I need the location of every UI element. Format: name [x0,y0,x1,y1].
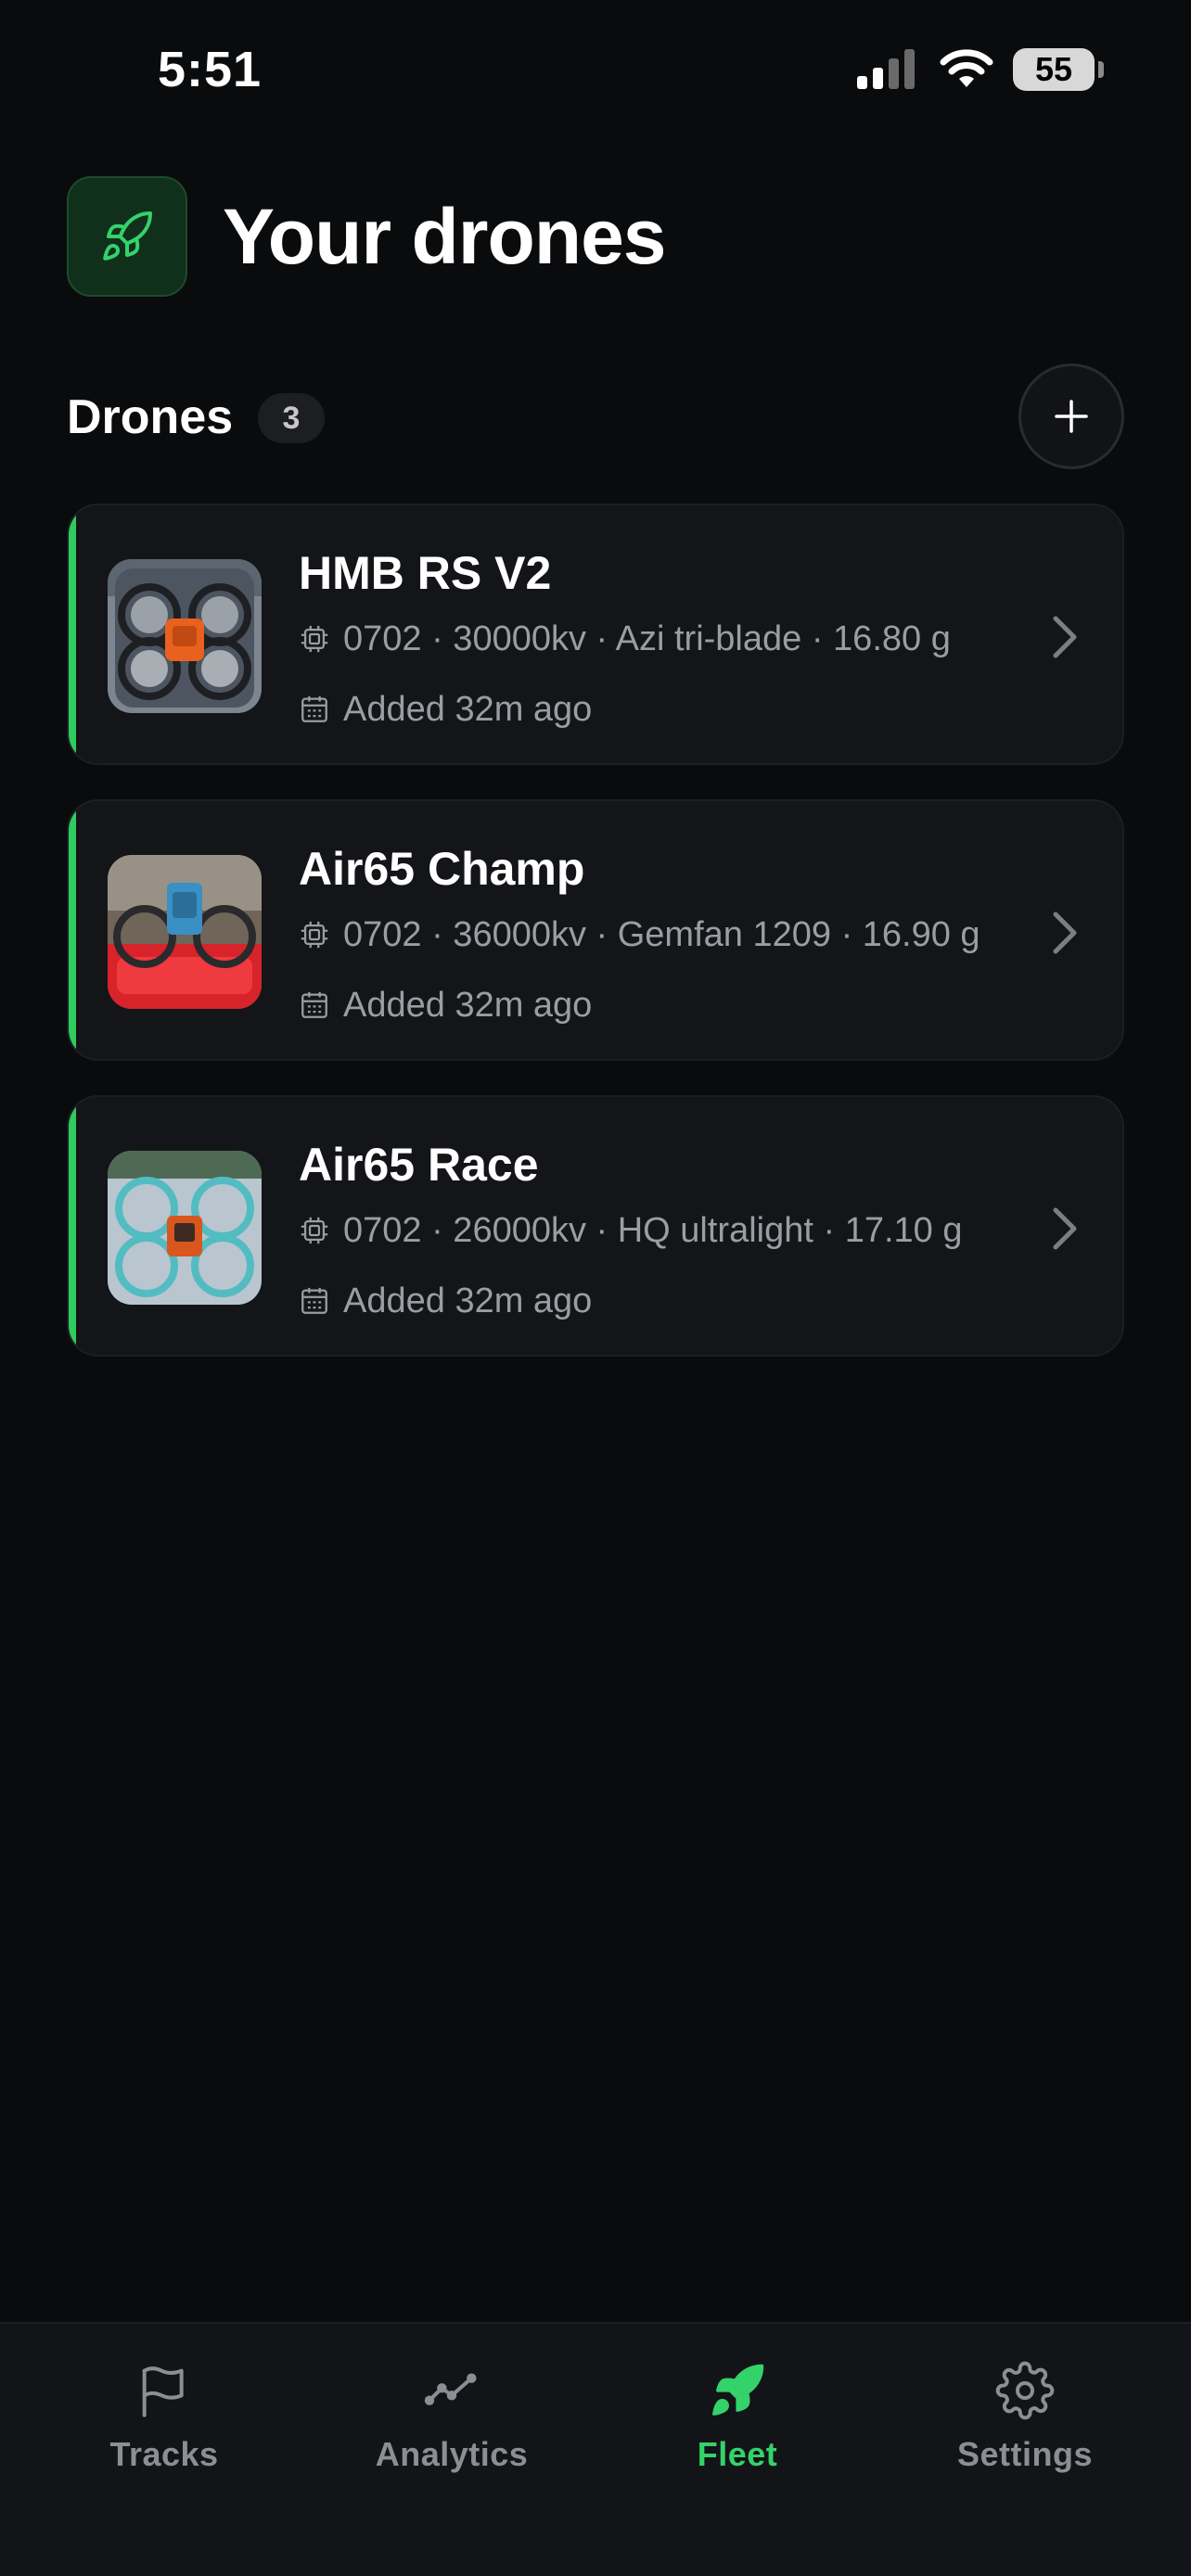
status-bar: 5:51 55 [0,0,1191,139]
analytics-icon [424,2373,477,2405]
chip-icon [301,625,328,653]
status-time: 5:51 [158,42,263,97]
app-logo [67,176,187,297]
drone-added: Added 32m ago [299,685,592,733]
battery-level: 55 [1034,50,1073,88]
calendar-icon [301,991,327,1018]
tab-label: Settings [956,2435,1093,2473]
drone-thumbnail [108,559,262,713]
tab-label: Analytics [375,2435,529,2473]
drone-added-text: Added 32m ago [343,1281,593,1320]
flag-icon [142,2366,184,2417]
battery-indicator: 55 [1013,48,1104,91]
chip-icon [301,1217,328,1244]
wifi-icon [940,49,993,87]
calendar-icon [301,695,327,722]
tab-tracks[interactable]: Tracks [44,2361,285,2500]
drone-card[interactable]: Air65 Race 0702 · 26000kv · HQ ultraligh… [67,1095,1124,1357]
cellular-signal-icon [857,49,915,89]
card-accent-bar [69,801,76,1059]
drone-added: Added 32m ago [299,981,592,1029]
gear-icon [995,2361,1055,2420]
rocket-icon [103,210,152,261]
section-title: Drones [67,390,234,444]
drone-specs: 0702 · 36000kv · Gemfan 1209 · 16.90 g [299,911,980,959]
card-accent-bar [69,1097,76,1355]
calendar-icon [301,1287,327,1314]
drone-name: Air65 Champ [299,843,585,895]
add-drone-button[interactable] [1018,363,1124,469]
drone-specs-text: 0702 · 30000kv · Azi tri-blade · 16.80 g [343,618,951,658]
drone-specs-text: 0702 · 26000kv · HQ ultralight · 17.10 g [343,1210,963,1250]
rocket-icon [712,2364,764,2416]
drone-thumbnail [108,1151,262,1305]
plus-icon [1055,400,1088,433]
drone-added-text: Added 32m ago [343,985,593,1025]
drone-name: HMB RS V2 [299,547,552,599]
card-accent-bar [69,505,76,763]
drone-thumbnail [108,855,262,1009]
drone-card[interactable]: Air65 Champ 0702 · 36000kv · Gemfan 1209… [67,799,1124,1061]
drone-count-badge: 3 [258,393,325,443]
tab-analytics[interactable]: Analytics [331,2361,572,2500]
tab-fleet[interactable]: Fleet [617,2361,858,2500]
drone-added-text: Added 32m ago [343,689,593,729]
drone-name: Air65 Race [299,1139,539,1191]
tab-label: Tracks [109,2435,219,2473]
drone-added: Added 32m ago [299,1277,592,1325]
chevron-right-icon [1053,1207,1077,1250]
chip-icon [301,921,328,949]
drone-specs-text: 0702 · 36000kv · Gemfan 1209 · 16.90 g [343,914,980,954]
tab-settings[interactable]: Settings [904,2361,1146,2500]
chevron-right-icon [1053,616,1077,658]
page-title: Your drones [223,193,666,280]
chevron-right-icon [1053,912,1077,954]
drone-card[interactable]: HMB RS V2 0702 · 30000kv · Azi tri-blade… [67,504,1124,765]
tab-bar: Tracks Analytics Fleet Settings [0,2322,1191,2576]
tab-label: Fleet [697,2435,778,2473]
drone-specs: 0702 · 26000kv · HQ ultralight · 17.10 g [299,1206,963,1255]
drone-specs: 0702 · 30000kv · Azi tri-blade · 16.80 g [299,615,951,663]
